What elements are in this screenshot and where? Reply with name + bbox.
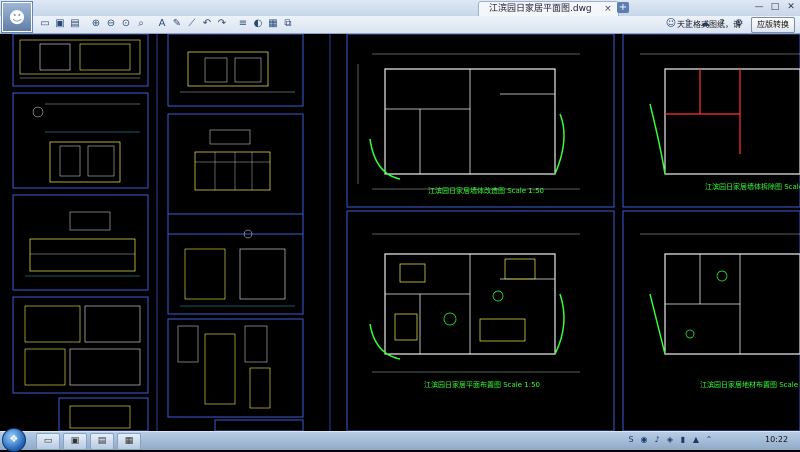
network-icon[interactable]: ◉	[639, 434, 649, 446]
redo-icon[interactable]: ↷	[215, 17, 229, 31]
detail-sheet[interactable]	[12, 34, 149, 87]
plan-title-2: 江滨园日家居墙体拆除图 Scale 1:50	[705, 183, 800, 191]
media-icon[interactable]: ▣	[63, 433, 87, 450]
detail-sheet[interactable]	[167, 113, 304, 235]
input-method-icon[interactable]: S	[626, 434, 636, 446]
new-tab-button[interactable]: +	[617, 2, 629, 13]
detail-sheet[interactable]	[167, 318, 304, 418]
zoom-window-icon[interactable]: ⊙	[119, 17, 133, 31]
drawing-layer	[12, 34, 800, 431]
pen-icon[interactable]: ✎	[170, 17, 184, 31]
convert-button[interactable]: 应版转换	[751, 17, 795, 33]
close-window-icon[interactable]: ✕	[784, 1, 798, 14]
detail-sheet[interactable]	[12, 92, 149, 189]
folder-open-icon[interactable]: ▭	[38, 17, 52, 31]
compare-icon[interactable]: ⧉	[281, 17, 295, 31]
layers-icon[interactable]: ≡	[236, 17, 250, 31]
floor-plan-sheet-3[interactable]	[346, 210, 615, 431]
cad-viewer-app: 江滨园日家居平面图.dwg × + — □ ✕ ▭ ▣ ▤ ⊕ ⊖ ⊙ ⌕ A …	[0, 0, 800, 452]
volume-icon[interactable]: ♪	[652, 434, 662, 446]
zoom-out-icon[interactable]: ⊖	[104, 17, 118, 31]
user-avatar[interactable]: ☻	[2, 2, 32, 32]
document-tab-label: 江滨园日家居平面图.dwg	[489, 4, 592, 14]
taskbar-clock[interactable]: 10:22	[765, 435, 788, 444]
tab-close-icon[interactable]: ×	[604, 2, 612, 16]
format-notice: 天正格式图纸，请	[677, 20, 741, 29]
explorer-icon[interactable]: ▭	[36, 433, 60, 450]
floor-plan-sheet-4[interactable]	[622, 210, 800, 431]
window-controls: — □ ✕	[752, 1, 798, 14]
color-icon[interactable]: ◐	[251, 17, 265, 31]
zoom-in-icon[interactable]: ⊕	[89, 17, 103, 31]
taskbar-apps: ▭ ▣ ▤ ▦	[36, 433, 141, 450]
cad-viewer-icon[interactable]: ▦	[117, 433, 141, 450]
minimize-icon[interactable]: —	[752, 1, 766, 14]
update-icon[interactable]: ▲	[691, 434, 701, 446]
toolbar-tools: ▭ ▣ ▤ ⊕ ⊖ ⊙ ⌕ A ✎ ⟋ ↶ ↷ ≡ ◐ ▦ ⧉	[38, 17, 295, 31]
image-icon[interactable]: ▦	[266, 17, 280, 31]
system-tray: S ◉ ♪ ◈ ▮ ▲ ⌃	[626, 434, 714, 446]
archive-icon[interactable]: ▤	[90, 433, 114, 450]
toolbar-divider	[83, 17, 88, 31]
undo-icon[interactable]: ↶	[200, 17, 214, 31]
detail-sheet[interactable]	[167, 213, 304, 315]
title-bar: 江滨园日家居平面图.dwg × + — □ ✕	[0, 0, 800, 17]
detail-sheet[interactable]	[58, 397, 149, 431]
plan-title-3: 江滨园日家居平面布置图 Scale 1:50	[424, 381, 541, 389]
toolbar-divider	[149, 17, 154, 31]
detail-sheet[interactable]	[214, 419, 304, 431]
zoom-extents-icon[interactable]: ⌕	[134, 17, 148, 31]
security-icon[interactable]: ◈	[665, 434, 675, 446]
start-button[interactable]: ❖	[2, 428, 26, 452]
show-hidden-icon[interactable]: ⌃	[704, 434, 714, 446]
power-icon[interactable]: ▮	[678, 434, 688, 446]
save-icon[interactable]: ▣	[53, 17, 67, 31]
floor-plan-sheet-1[interactable]	[346, 34, 615, 208]
plan-title-1: 江滨园日家居墙体改造图 Scale 1:50	[428, 187, 545, 195]
document-tab[interactable]: 江滨园日家居平面图.dwg ×	[478, 1, 619, 16]
detail-sheet[interactable]	[167, 34, 304, 107]
detail-sheet[interactable]	[12, 296, 149, 394]
text-icon[interactable]: A	[155, 17, 169, 31]
maximize-icon[interactable]: □	[768, 1, 782, 14]
toolbar-divider	[230, 17, 235, 31]
detail-sheet[interactable]	[12, 194, 149, 291]
os-taskbar: ❖ ▭ ▣ ▤ ▦ S ◉ ♪ ◈ ▮ ▲ ⌃ 10:22	[0, 428, 800, 452]
users-icon[interactable]: ☺	[664, 17, 678, 31]
ruler-icon[interactable]: ⟋	[185, 17, 199, 31]
print-icon[interactable]: ▤	[68, 17, 82, 31]
drawing-canvas[interactable]: 江滨园日家居墙体改造图 Scale 1:50 江滨园日家居墙体拆除图 Scale…	[0, 34, 800, 431]
plan-title-4: 江滨园日家居地材布置图 Scale 1:50	[700, 381, 800, 389]
